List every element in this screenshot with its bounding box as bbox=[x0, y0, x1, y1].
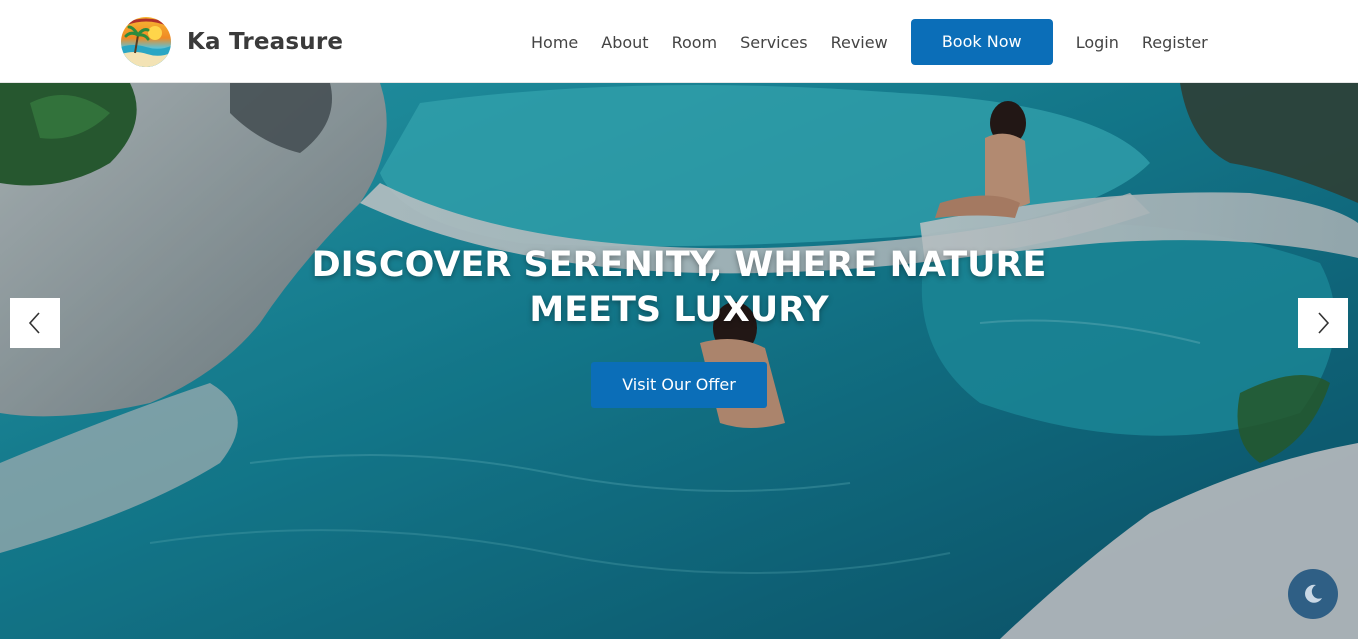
nav-home[interactable]: Home bbox=[531, 33, 578, 52]
hero-title: Discover serenity, where nature meets lu… bbox=[311, 245, 1047, 330]
brand-name: Ka Treasure bbox=[187, 29, 344, 55]
login-link[interactable]: Login bbox=[1076, 33, 1119, 52]
resort-logo-icon bbox=[121, 17, 171, 67]
book-now-button[interactable]: Book Now bbox=[910, 19, 1053, 65]
theme-toggle-button[interactable] bbox=[1288, 569, 1338, 619]
carousel-next-button[interactable] bbox=[1298, 298, 1348, 348]
register-link[interactable]: Register bbox=[1142, 33, 1208, 52]
nav-links: Home About Room Services Review Book Now… bbox=[531, 19, 1231, 65]
navbar: Ka Treasure Home About Room Services Rev… bbox=[0, 0, 1358, 83]
nav-review[interactable]: Review bbox=[831, 33, 888, 52]
visit-offer-button[interactable]: Visit Our Offer bbox=[591, 362, 767, 408]
nav-room[interactable]: Room bbox=[672, 33, 718, 52]
hero-carousel: Discover serenity, where nature meets lu… bbox=[0, 83, 1358, 639]
nav-about[interactable]: About bbox=[601, 33, 648, 52]
brand-link[interactable]: Ka Treasure bbox=[121, 17, 343, 67]
chevron-left-icon bbox=[28, 312, 40, 334]
moon-icon bbox=[1305, 584, 1322, 603]
hero-overlay bbox=[0, 83, 1358, 639]
carousel-prev-button[interactable] bbox=[10, 298, 60, 348]
chevron-right-icon bbox=[1318, 312, 1330, 334]
nav-services[interactable]: Services bbox=[740, 33, 807, 52]
